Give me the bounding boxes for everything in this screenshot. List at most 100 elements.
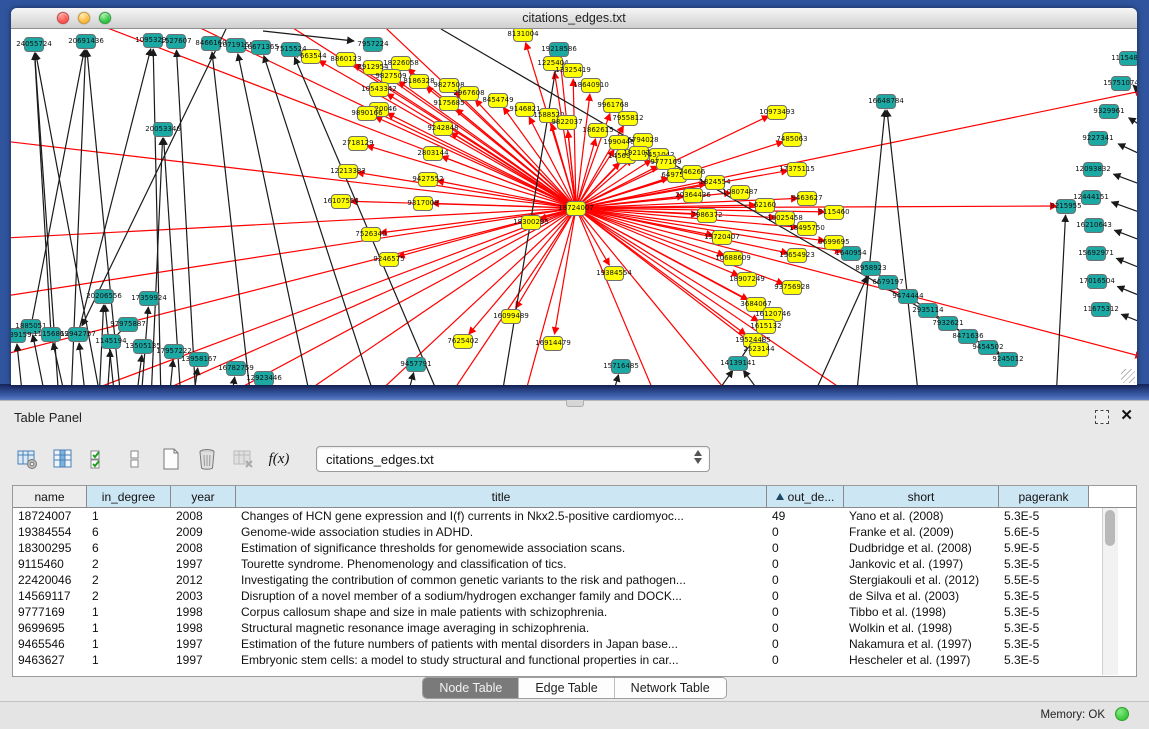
show-columns-icon[interactable] <box>50 446 76 472</box>
graph-node[interactable]: 16914479 <box>543 336 563 351</box>
table-cell[interactable]: de Silva et al. (2003) <box>844 588 999 604</box>
table-row[interactable]: 1456911722003Disruption of a novel membe… <box>13 588 1136 604</box>
graph-node[interactable]: 2935114 <box>918 303 938 318</box>
graph-node[interactable]: 1527607 <box>166 34 186 49</box>
graph-edge[interactable] <box>576 208 1137 357</box>
graph-node[interactable]: 10543342 <box>369 82 389 97</box>
graph-node[interactable]: 19384554 <box>604 266 624 281</box>
table-cell[interactable]: 9463627 <box>13 652 87 668</box>
table-cell[interactable]: 0 <box>767 652 844 668</box>
table-cell[interactable]: Structural magnetic resonance image aver… <box>236 620 767 636</box>
table-row[interactable]: 2242004622012Investigating the contribut… <box>13 572 1136 588</box>
table-cell[interactable]: 2003 <box>171 588 236 604</box>
table-cell[interactable]: Hescheler et al. (1997) <box>844 652 999 668</box>
graph-node[interactable]: 15720407 <box>712 230 732 245</box>
graph-node[interactable]: 2718129 <box>348 136 368 151</box>
graph-node[interactable]: 9146821 <box>515 102 535 117</box>
graph-node[interactable]: 8471636 <box>958 329 978 344</box>
network-canvas[interactable]: 8860123891295418226058982750910543342818… <box>11 29 1137 385</box>
column-header-pagerank[interactable]: pagerank <box>999 486 1089 507</box>
column-header-short[interactable]: short <box>844 486 999 507</box>
graph-edge[interactable] <box>1117 286 1137 301</box>
table-cell[interactable]: 0 <box>767 620 844 636</box>
graph-node[interactable]: 17016504 <box>1087 274 1107 289</box>
graph-node[interactable]: 9822037 <box>557 115 577 130</box>
graph-node[interactable]: 7957224 <box>363 37 383 52</box>
graph-node[interactable]: 1615132 <box>756 319 776 334</box>
table-cell[interactable]: Tourette syndrome. Phenomenology and cla… <box>236 556 767 572</box>
table-cell[interactable]: 14569117 <box>13 588 87 604</box>
graph-edge[interactable] <box>33 335 46 385</box>
graph-node[interactable]: 9317008 <box>413 196 433 211</box>
table-cell[interactable]: 5.3E-5 <box>999 604 1089 620</box>
graph-node[interactable]: 7485063 <box>782 132 802 147</box>
graph-node[interactable]: 9890166 <box>357 106 377 121</box>
table-cell[interactable]: Stergiakouli et al. (2012) <box>844 572 999 588</box>
table-cell[interactable]: 5.3E-5 <box>999 636 1089 652</box>
table-cell[interactable]: 5.9E-5 <box>999 540 1089 556</box>
table-row[interactable]: 1872400712008Changes of HCN gene express… <box>13 508 1136 524</box>
tab-edge-table[interactable]: Edge Table <box>519 678 614 698</box>
window-resize-grip[interactable] <box>1121 369 1135 383</box>
graph-node[interactable]: 20053346 <box>153 122 173 137</box>
graph-node[interactable]: 9454502 <box>978 340 998 355</box>
graph-edge[interactable] <box>49 208 576 385</box>
graph-node[interactable]: 2523144 <box>749 342 769 357</box>
table-cell[interactable]: Genome-wide association studies in ADHD. <box>236 524 767 540</box>
table-cell[interactable]: 5.3E-5 <box>999 556 1089 572</box>
graph-node[interactable]: 2803144 <box>423 146 443 161</box>
scrollbar-thumb[interactable] <box>1105 510 1115 546</box>
graph-node[interactable]: 9457791 <box>406 357 426 372</box>
graph-node[interactable]: 8454749 <box>488 93 508 108</box>
graph-edge[interactable] <box>11 140 576 208</box>
table-cell[interactable]: Embryonic stem cells: a model to study s… <box>236 652 767 668</box>
table-cell[interactable]: Tibbo et al. (1998) <box>844 604 999 620</box>
table-row[interactable]: 1830029562008Estimation of significance … <box>13 540 1136 556</box>
table-cell[interactable]: 5.3E-5 <box>999 508 1089 524</box>
graph-edge[interactable] <box>238 54 311 385</box>
graph-node[interactable]: 9474444 <box>898 289 918 304</box>
graph-node[interactable]: 13958167 <box>189 352 209 367</box>
table-cell[interactable]: 2 <box>87 556 171 572</box>
table-cell[interactable]: 1997 <box>171 636 236 652</box>
graph-node[interactable]: 8860123 <box>336 52 356 67</box>
graph-edge[interactable] <box>1116 258 1137 273</box>
memory-ok-led-icon[interactable] <box>1115 707 1129 721</box>
graph-edge[interactable] <box>446 208 576 385</box>
select-all-icon[interactable] <box>86 446 112 472</box>
table-cell[interactable]: 22420046 <box>13 572 87 588</box>
graph-node[interactable]: 20691436 <box>76 34 96 49</box>
graph-node[interactable]: 8131004 <box>513 29 533 42</box>
table-cell[interactable]: 0 <box>767 604 844 620</box>
table-cell[interactable]: 2008 <box>171 540 236 556</box>
table-cell[interactable]: 0 <box>767 556 844 572</box>
table-cell[interactable]: Disruption of a novel member of a sodium… <box>236 588 767 604</box>
graph-edge[interactable] <box>1133 85 1137 104</box>
vertical-scrollbar[interactable] <box>1102 508 1118 675</box>
graph-edge[interactable] <box>743 370 766 385</box>
graph-node[interactable]: 6679197 <box>878 275 898 290</box>
graph-node[interactable]: 12923446 <box>254 371 274 386</box>
graph-edge[interactable] <box>1113 174 1137 189</box>
graph-node[interactable]: 17359924 <box>139 291 159 306</box>
graph-node[interactable]: 16648784 <box>876 94 896 109</box>
float-panel-icon[interactable] <box>1095 410 1109 424</box>
table-row[interactable]: 1938455462009Genome-wide association stu… <box>13 524 1136 540</box>
table-cell[interactable]: 0 <box>767 524 844 540</box>
column-header-in-degree[interactable]: in_degree <box>87 486 171 507</box>
table-row[interactable]: 977716911998Corpus callosum shape and si… <box>13 604 1136 620</box>
column-header-year[interactable]: year <box>171 486 236 507</box>
graph-edge[interactable] <box>1118 144 1137 160</box>
graph-node[interactable]: 62160 <box>755 198 775 213</box>
table-cell[interactable]: 9115460 <box>13 556 87 572</box>
graph-edge[interactable] <box>1129 118 1137 133</box>
table-cell[interactable]: 2 <box>87 572 171 588</box>
graph-edge[interactable] <box>176 50 196 385</box>
graph-edge[interactable] <box>1111 202 1137 217</box>
graph-node[interactable]: 9242848 <box>433 121 453 136</box>
close-panel-icon[interactable]: ✕ <box>1120 406 1133 424</box>
graph-node[interactable]: 9245012 <box>998 352 1018 367</box>
table-row[interactable]: 946362711997Embryonic stem cells: a mode… <box>13 652 1136 668</box>
table-cell[interactable]: Nakamura et al. (1997) <box>844 636 999 652</box>
table-cell[interactable]: 2012 <box>171 572 236 588</box>
